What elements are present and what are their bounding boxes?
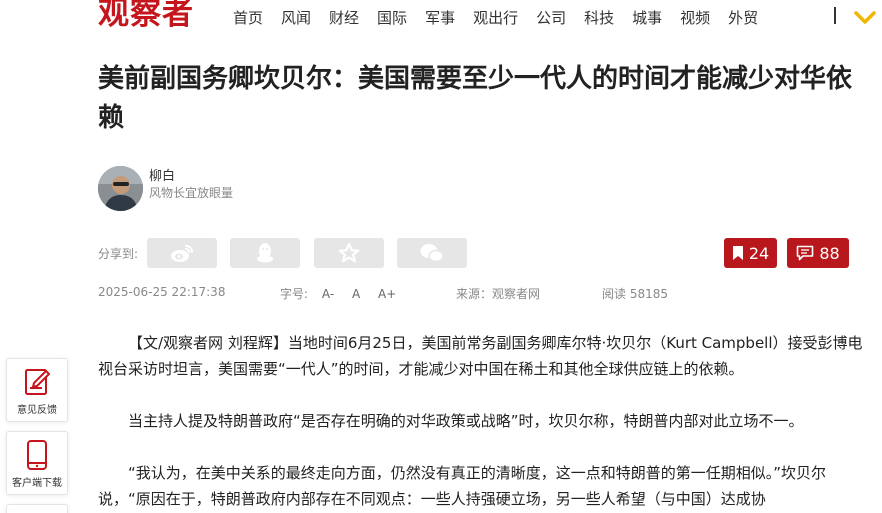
comment-icon (797, 245, 814, 261)
share-label: 分享到: (98, 247, 139, 261)
bookmark-icon (732, 246, 743, 260)
main-nav: 首页 风闻 财经 国际 军事 观出行 公司 科技 城事 视频 外贸 (233, 5, 776, 29)
nav-item-travel[interactable]: 观出行 (473, 7, 518, 28)
nav-item-video[interactable]: 视频 (680, 7, 710, 28)
nav-divider (834, 7, 836, 24)
nav-item-trade[interactable]: 外贸 (728, 7, 758, 28)
article-title: 美前副国务卿坎贝尔：美国需要至少一代人的时间才能减少对华依赖 (98, 64, 853, 133)
font-size-decrease[interactable]: A- (322, 287, 334, 301)
side-panel-item[interactable] (6, 504, 68, 513)
nav-item-tech[interactable]: 科技 (584, 7, 614, 28)
nav-item-home[interactable]: 首页 (233, 7, 263, 28)
feedback-edit-icon (25, 369, 50, 395)
font-size-normal[interactable]: A (352, 287, 360, 301)
nav-item-military[interactable]: 军事 (425, 7, 455, 28)
comment-count: 88 (819, 243, 840, 263)
bookmark-count: 24 (748, 243, 770, 263)
article-paragraph: 当主持人提及特朗普政府“是否存在明确的对华政策或战略”时，坎贝尔称，特朗普内部对… (128, 412, 804, 430)
nav-item-company[interactable]: 公司 (536, 7, 566, 28)
share-qq-button[interactable] (230, 238, 300, 268)
author-bio: 风物长宜放眼量 (149, 186, 234, 200)
comment-count-button[interactable]: 88 (787, 238, 849, 268)
article-source: 来源：观察者网 (456, 287, 541, 301)
chevron-down-icon[interactable] (850, 6, 880, 28)
qq-icon (257, 243, 273, 263)
app-download-label: 客户端下载 (12, 478, 62, 489)
author-avatar[interactable] (98, 166, 143, 211)
wechat-icon (420, 244, 444, 263)
nav-item-international[interactable]: 国际 (377, 7, 407, 28)
mobile-phone-icon (27, 440, 47, 470)
font-size-label: 字号: (280, 287, 309, 301)
article-paragraph: 【文/观察者网 刘程辉】当地时间6月25日，美国前常务副国务卿库尔特·坎贝尔（K… (98, 334, 863, 378)
font-size-control: 字号: A- A A+ (280, 285, 396, 302)
feedback-button[interactable]: 意见反馈 (6, 358, 68, 422)
share-weibo-button[interactable] (147, 238, 217, 268)
app-download-button[interactable]: 客户端下载 (6, 431, 68, 495)
read-count: 阅读 58185 (602, 287, 668, 301)
share-wechat-button[interactable] (397, 238, 467, 268)
author-name[interactable]: 柳白 (149, 165, 175, 184)
weibo-icon (171, 245, 193, 262)
site-logo[interactable]: 观察者 (98, 0, 194, 34)
favorite-button[interactable] (314, 238, 384, 268)
nav-item-city[interactable]: 城事 (632, 7, 662, 28)
bookmark-count-button[interactable]: 24 (724, 238, 777, 268)
feedback-label: 意见反馈 (17, 405, 57, 416)
favorite-star-icon (338, 242, 360, 263)
font-size-increase[interactable]: A+ (378, 287, 396, 301)
article-paragraph: “我认为，在美中关系的最终走向方面，仍然没有真正的清晰度，这一点和特朗普的第一任… (98, 464, 827, 508)
nav-item-fengwen[interactable]: 风闻 (281, 7, 311, 28)
nav-item-finance[interactable]: 财经 (329, 7, 359, 28)
publish-datetime: 2025-06-25 22:17:38 (98, 285, 226, 299)
